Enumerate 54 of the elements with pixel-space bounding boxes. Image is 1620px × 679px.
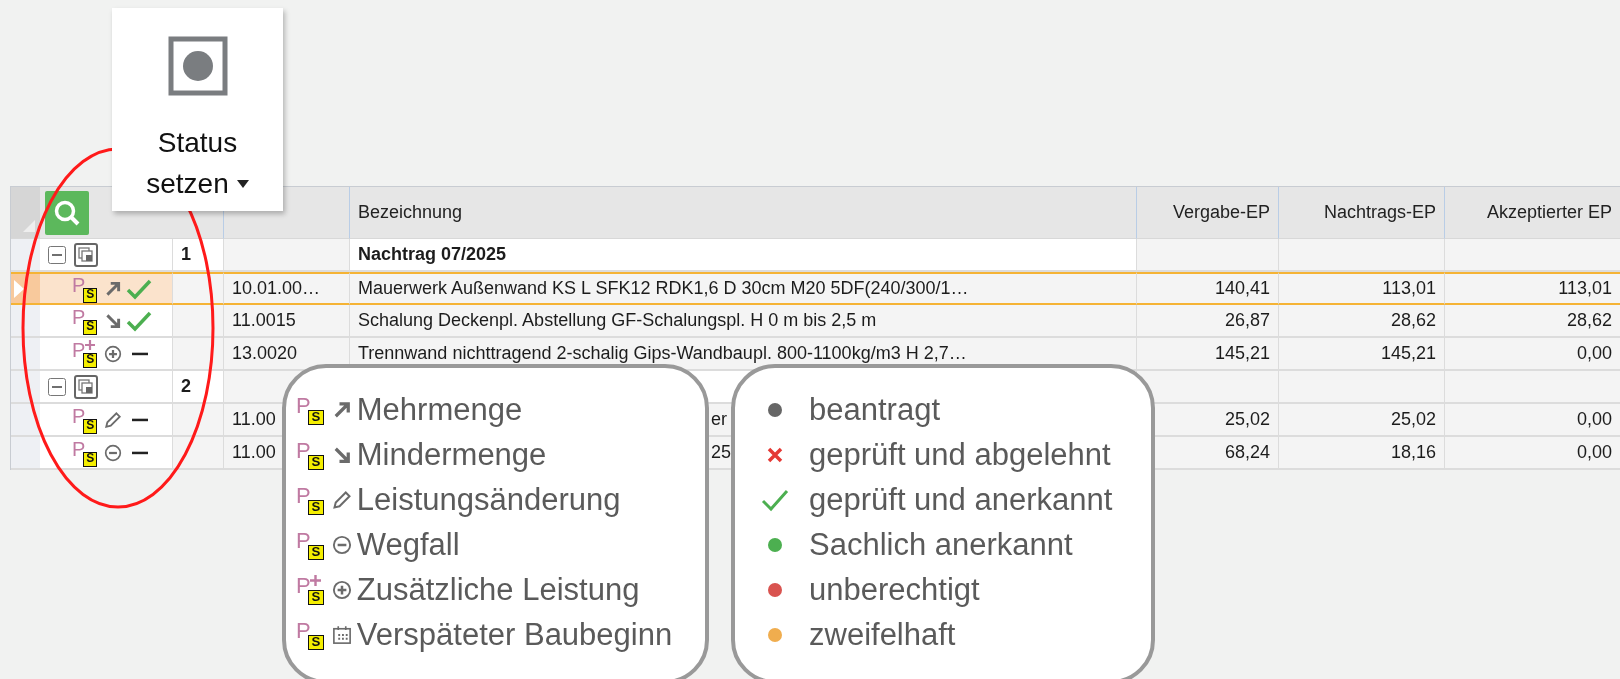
pencil-icon [331, 490, 352, 510]
circle-minus-icon [104, 443, 122, 462]
status-icon [167, 36, 228, 96]
legend-label: Verspäteter Baubeginn [356, 617, 673, 653]
group-icon [74, 242, 98, 267]
description-text: Schalung Deckenpl. Abstellung GF-Schalungspl. H 0 m bis 2,5 m [358, 310, 877, 331]
legend-label: Wegfall [356, 527, 460, 563]
legend-label: Mindermenge [356, 437, 547, 473]
group-title: Nachtrag 07/2025 [350, 239, 1137, 272]
group-icon [74, 374, 98, 399]
circle-plus-icon [104, 344, 122, 363]
pencil-icon [104, 410, 122, 429]
corner-triangle-icon [23, 220, 35, 232]
circle-minus-icon [331, 535, 352, 555]
price-cell: 145,21 [1279, 338, 1445, 371]
legend-label: beantragt [809, 392, 940, 428]
corner-cell[interactable] [11, 187, 40, 239]
price-cell: 140,41 [1137, 272, 1279, 305]
price-cell: 28,62 [1279, 305, 1445, 338]
status-set-button[interactable]: Status setzen [122, 122, 273, 204]
price-cell: 113,01 [1445, 272, 1620, 305]
collapse-icon[interactable] [48, 377, 66, 396]
price-cell: 145,21 [1137, 338, 1279, 371]
search-button[interactable] [45, 190, 89, 235]
legend-label: unberechtigt [809, 572, 980, 608]
price-cell: 26,87 [1137, 305, 1279, 338]
price-cell: 18,16 [1279, 437, 1445, 470]
description-text: Trennwand nichttragend 2-schalig Gips-Wandbaupl. 800-1100kg/m3 H 2,7… [358, 343, 967, 364]
legend-label: geprüft und anerkannt [809, 482, 1113, 518]
legend-label: geprüft und abgelehnt [809, 437, 1111, 473]
legend-label: zweifelhaft [809, 617, 956, 653]
group-number: 1 [173, 239, 224, 272]
description-text: 25 [711, 442, 732, 463]
column-header[interactable]: Bezeichnung [350, 187, 1137, 239]
arrow-down-right-icon [104, 311, 122, 330]
description-text: er [711, 409, 727, 430]
oz-cell: 10.01.00… [224, 272, 350, 305]
price-cell: 25,02 [1279, 404, 1445, 437]
column-header[interactable]: Nachtrags-EP [1279, 187, 1445, 239]
description-text: Mauerwerk Außenwand KS L SFK12 RDK1,6 D 30cm M20 5DF(240/300/1… [358, 278, 969, 299]
oz-cell: 11.0015 [224, 305, 350, 338]
legend-label: Mehrmenge [356, 392, 523, 428]
price-cell: 113,01 [1279, 272, 1445, 305]
legend-label: Zusätzliche Leistung [356, 572, 640, 608]
collapse-icon[interactable] [48, 245, 66, 264]
row-pointer-icon [14, 279, 24, 298]
column-header[interactable]: Akzeptierter EP [1445, 187, 1620, 239]
column-header[interactable]: Vergabe-EP [1137, 187, 1279, 239]
circle-plus-icon [331, 580, 352, 600]
calendar-icon [331, 625, 352, 645]
arrow-up-right-icon [104, 279, 122, 298]
group-number: 2 [173, 371, 224, 404]
legend-label: Sachlich anerkannt [809, 527, 1073, 563]
legend-label: Leistungsänderung [356, 482, 621, 518]
